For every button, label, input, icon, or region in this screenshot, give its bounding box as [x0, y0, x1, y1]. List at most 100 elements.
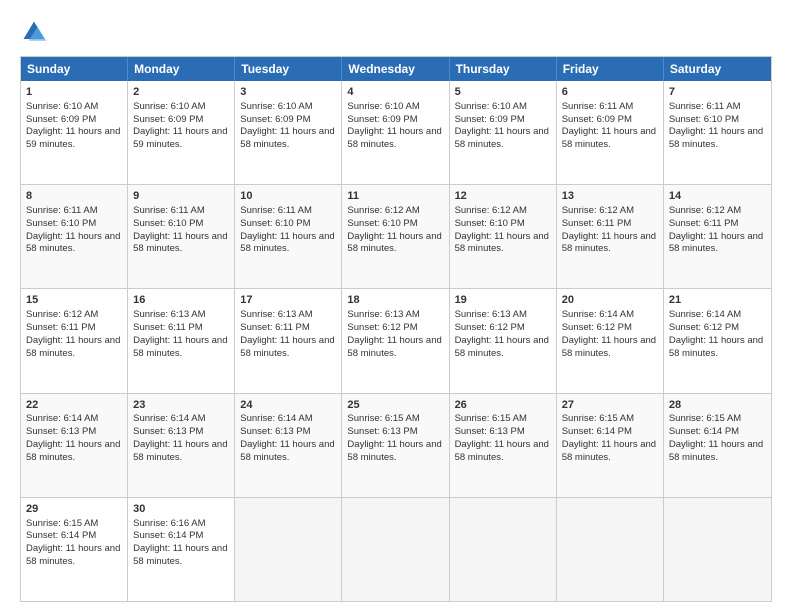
calendar-cell: 8Sunrise: 6:11 AM Sunset: 6:10 PM Daylight…	[21, 185, 128, 288]
sunrise-label: Sunrise: 6:15 AM	[455, 413, 527, 424]
calendar-header-cell: Sunday	[21, 57, 128, 81]
sunset-label: Sunset: 6:13 PM	[347, 426, 417, 437]
sunset-label: Sunset: 6:10 PM	[347, 218, 417, 229]
daylight-label: Daylight: 11 hours and 58 minutes.	[133, 543, 227, 567]
sunrise-label: Sunrise: 6:11 AM	[669, 101, 741, 112]
sunset-label: Sunset: 6:11 PM	[562, 218, 632, 229]
sunrise-label: Sunrise: 6:13 AM	[133, 309, 205, 320]
daylight-label: Daylight: 11 hours and 58 minutes.	[669, 231, 763, 255]
daylight-label: Daylight: 11 hours and 58 minutes.	[26, 231, 120, 255]
calendar-header-cell: Monday	[128, 57, 235, 81]
sunrise-label: Sunrise: 6:11 AM	[133, 205, 205, 216]
day-number: 25	[347, 398, 443, 413]
day-number: 19	[455, 293, 551, 308]
sunrise-label: Sunrise: 6:13 AM	[455, 309, 527, 320]
day-number: 6	[562, 85, 658, 100]
sunrise-label: Sunrise: 6:15 AM	[669, 413, 741, 424]
logo-icon	[20, 18, 48, 46]
day-number: 10	[240, 189, 336, 204]
daylight-label: Daylight: 11 hours and 58 minutes.	[347, 126, 441, 150]
daylight-label: Daylight: 11 hours and 58 minutes.	[133, 231, 227, 255]
sunset-label: Sunset: 6:13 PM	[240, 426, 310, 437]
day-number: 1	[26, 85, 122, 100]
calendar-cell: 24Sunrise: 6:14 AMSunset: 6:13 PMDayligh…	[235, 394, 342, 497]
daylight-label: Daylight: 11 hours and 58 minutes.	[347, 335, 441, 359]
sunrise-label: Sunrise: 6:13 AM	[240, 309, 312, 320]
day-number: 22	[26, 398, 122, 413]
day-number: 13	[562, 189, 658, 204]
sunrise-label: Sunrise: 6:14 AM	[26, 413, 98, 424]
sunset-label: Sunset: 6:11 PM	[26, 322, 96, 333]
sunrise-label: Sunrise: 6:10 AM	[455, 101, 527, 112]
daylight-label: Daylight: 11 hours and 58 minutes.	[133, 335, 227, 359]
day-number: 8	[26, 189, 122, 204]
day-number: 14	[669, 189, 766, 204]
calendar-cell: 16Sunrise: 6:13 AMSunset: 6:11 PMDayligh…	[128, 289, 235, 392]
calendar-cell: 6Sunrise: 6:11 AMSunset: 6:09 PMDaylight…	[557, 81, 664, 184]
day-number: 28	[669, 398, 766, 413]
sunset-label: Sunset: 6:09 PM	[562, 114, 632, 125]
sunrise-label: Sunrise: 6:12 AM	[347, 205, 419, 216]
daylight-label: Daylight: 11 hours and 58 minutes.	[455, 335, 549, 359]
day-number: 29	[26, 502, 122, 517]
sunset-label: Sunset: 6:12 PM	[455, 322, 525, 333]
sunset-label: Sunset: 6:10 PM	[26, 218, 96, 229]
sunrise-label: Sunrise: 6:10 AM	[133, 101, 205, 112]
sunset-label: Sunset: 6:13 PM	[455, 426, 525, 437]
calendar-cell: 9Sunrise: 6:11 AM Sunset: 6:10 PM Daylight…	[128, 185, 235, 288]
sunset-label: Sunset: 6:13 PM	[133, 426, 203, 437]
sunrise-label: Sunrise: 6:10 AM	[240, 101, 312, 112]
sunrise-label: Sunrise: 6:12 AM	[26, 309, 98, 320]
day-number: 9	[133, 189, 229, 204]
sunset-label: Sunset: 6:09 PM	[240, 114, 310, 125]
sunrise-label: Sunrise: 6:11 AM	[26, 205, 98, 216]
sunset-label: Sunset: 6:10 PM	[240, 218, 310, 229]
calendar-cell: 12Sunrise: 6:12 AMSunset: 6:10 PMDayligh…	[450, 185, 557, 288]
day-number: 7	[669, 85, 766, 100]
day-number: 16	[133, 293, 229, 308]
calendar-row: 22Sunrise: 6:14 AM Sunset: 6:13 PM Dayligh…	[21, 394, 771, 498]
day-number: 15	[26, 293, 122, 308]
daylight-label: Daylight: 11 hours and 58 minutes.	[562, 439, 656, 463]
sunset-label: Sunset: 6:09 PM	[26, 114, 96, 125]
day-number: 4	[347, 85, 443, 100]
sunrise-label: Sunrise: 6:14 AM	[562, 309, 634, 320]
calendar-header-cell: Friday	[557, 57, 664, 81]
calendar-cell: 18Sunrise: 6:13 AMSunset: 6:12 PMDayligh…	[342, 289, 449, 392]
sunset-label: Sunset: 6:10 PM	[133, 218, 203, 229]
daylight-label: Daylight: 11 hours and 58 minutes.	[669, 126, 763, 150]
logo	[20, 18, 52, 46]
calendar-header: SundayMondayTuesdayWednesdayThursdayFrid…	[21, 57, 771, 81]
calendar-cell: 5Sunrise: 6:10 AMSunset: 6:09 PMDaylight…	[450, 81, 557, 184]
daylight-label: Daylight: 11 hours and 58 minutes.	[347, 439, 441, 463]
daylight-label: Daylight: 11 hours and 58 minutes.	[240, 439, 334, 463]
calendar-header-cell: Tuesday	[235, 57, 342, 81]
calendar-cell: 29Sunrise: 6:15 AMSunset: 6:14 PMDayligh…	[21, 498, 128, 601]
daylight-label: Daylight: 11 hours and 58 minutes.	[133, 439, 227, 463]
daylight-label: Daylight: 11 hours and 58 minutes.	[669, 439, 763, 463]
day-number: 2	[133, 85, 229, 100]
calendar-cell: 22Sunrise: 6:14 AMSunset: 6:13 PMDayligh…	[21, 394, 128, 497]
sunset-label: Sunset: 6:12 PM	[669, 322, 739, 333]
calendar-row: 1Sunrise: 6:10 AMSunset: 6:09 PMDaylight…	[21, 81, 771, 185]
calendar-cell: 26Sunrise: 6:15 AMSunset: 6:13 PMDayligh…	[450, 394, 557, 497]
sunrise-label: Sunrise: 6:12 AM	[562, 205, 634, 216]
sunset-label: Sunset: 6:14 PM	[26, 530, 96, 541]
sunrise-label: Sunrise: 6:15 AM	[562, 413, 634, 424]
calendar-cell: 25Sunrise: 6:15 AMSunset: 6:13 PMDayligh…	[342, 394, 449, 497]
day-number: 20	[562, 293, 658, 308]
sunset-label: Sunset: 6:13 PM	[26, 426, 96, 437]
sunrise-label: Sunrise: 6:12 AM	[455, 205, 527, 216]
daylight-label: Daylight: 11 hours and 58 minutes.	[240, 231, 334, 255]
day-number: 30	[133, 502, 229, 517]
day-number: 23	[133, 398, 229, 413]
page: SundayMondayTuesdayWednesdayThursdayFrid…	[0, 0, 792, 612]
calendar-cell: 15Sunrise: 6:12 AMSunset: 6:11 PMDayligh…	[21, 289, 128, 392]
sunset-label: Sunset: 6:11 PM	[669, 218, 739, 229]
calendar-cell: 27Sunrise: 6:15 AMSunset: 6:14 PMDayligh…	[557, 394, 664, 497]
calendar-cell: 20Sunrise: 6:14 AMSunset: 6:12 PMDayligh…	[557, 289, 664, 392]
sunset-label: Sunset: 6:14 PM	[133, 530, 203, 541]
calendar-cell: 11Sunrise: 6:12 AMSunset: 6:10 PMDayligh…	[342, 185, 449, 288]
calendar-cell	[235, 498, 342, 601]
sunset-label: Sunset: 6:09 PM	[347, 114, 417, 125]
